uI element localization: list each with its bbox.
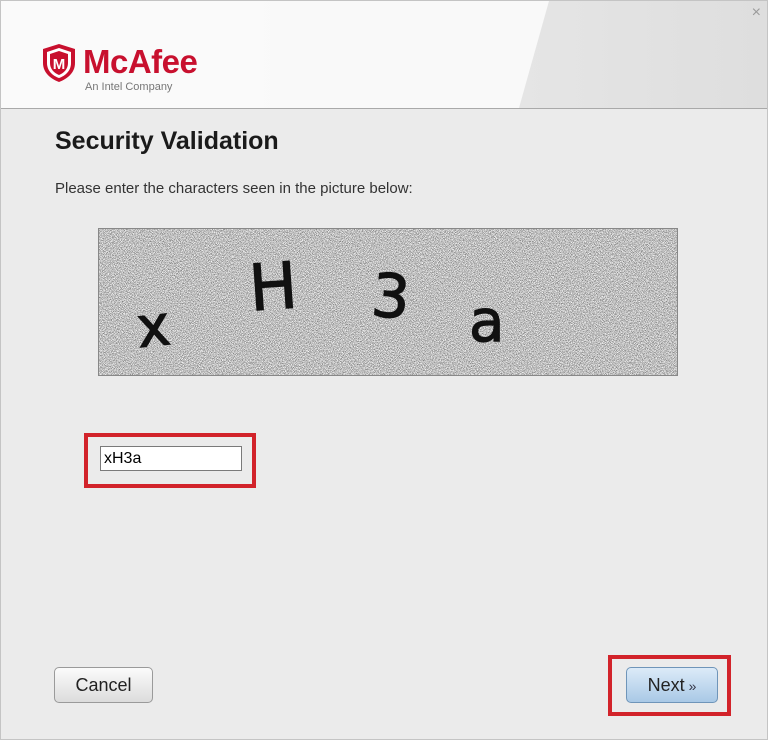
- captcha-noise-svg: x H 3 a: [99, 229, 677, 375]
- captcha-char: a: [469, 287, 505, 355]
- brand-name: McAfee: [83, 43, 198, 80]
- captcha-char: x: [134, 293, 174, 361]
- security-validation-dialog: × M McAfee An Intel Company Security Val…: [0, 0, 768, 740]
- shield-letter: M: [53, 56, 66, 73]
- mcafee-shield-icon: M: [43, 44, 75, 82]
- dialog-header: × M McAfee An Intel Company: [1, 1, 767, 109]
- page-title: Security Validation: [55, 127, 279, 155]
- cancel-button[interactable]: Cancel: [54, 667, 153, 703]
- brand-tagline: An Intel Company: [85, 81, 173, 93]
- captcha-image: x H 3 a: [98, 228, 678, 376]
- captcha-char: 3: [369, 261, 413, 334]
- mcafee-logo: M McAfee An Intel Company: [41, 43, 241, 95]
- next-button[interactable]: Next»: [626, 667, 718, 703]
- captcha-input[interactable]: [100, 446, 242, 471]
- instruction-text: Please enter the characters seen in the …: [55, 180, 413, 197]
- close-icon[interactable]: ×: [752, 5, 761, 21]
- chevron-right-icon: »: [688, 677, 697, 694]
- next-button-label: Next: [647, 674, 685, 695]
- captcha-input-highlight: [84, 433, 256, 488]
- captcha-char: H: [247, 249, 300, 326]
